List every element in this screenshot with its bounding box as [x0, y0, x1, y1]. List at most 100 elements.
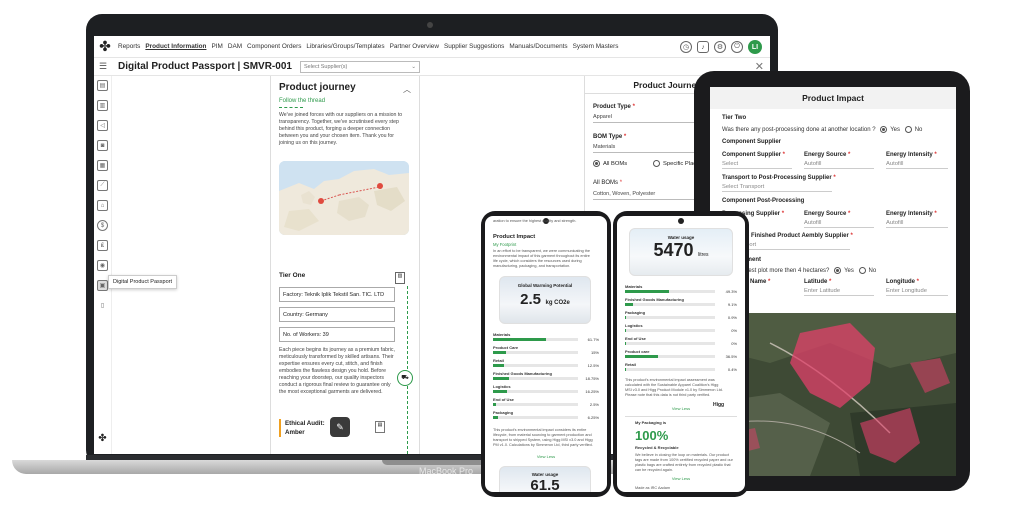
nav-system-masters[interactable]: System Masters	[573, 43, 619, 50]
impact-bar-track	[625, 368, 715, 371]
invoice-icon[interactable]: ₤	[97, 240, 108, 251]
energy-intensity2-field[interactable]: Autofill	[886, 220, 948, 228]
impact-bar-fill	[493, 403, 496, 406]
radio-all-boms[interactable]: All BOMs	[593, 160, 627, 167]
impact-row-pct: 15%	[590, 350, 599, 355]
energy-source2-field[interactable]: Autofill	[804, 220, 874, 228]
p1-view-less[interactable]: View Less	[493, 454, 599, 459]
p2-view-less[interactable]: View Less	[625, 406, 737, 411]
impact-bar-fill	[625, 355, 659, 358]
journey-map[interactable]	[279, 161, 409, 235]
impact-row-label: Logistics	[493, 384, 511, 389]
needle-icon[interactable]: ⟋	[97, 180, 108, 191]
impact-bar-track	[493, 364, 578, 367]
impact-bar-fill	[493, 416, 499, 419]
impact-row-label: End of Use	[493, 397, 514, 402]
p2-breakdown: Materials 49.3% Finished Goods Manufacturi…	[625, 284, 737, 375]
impact-row-label: End of Use	[625, 336, 646, 341]
radio-no-icon[interactable]	[904, 126, 912, 133]
nav-component-orders[interactable]: Component Orders	[247, 43, 301, 50]
nav-product-information[interactable]: Product Information	[145, 43, 206, 50]
component-supplier-select[interactable]: Select	[722, 161, 792, 169]
impact-bar-track	[625, 303, 715, 306]
p2-view-less-2[interactable]: View Less	[625, 476, 737, 481]
latitude-field[interactable]: Enter Latitude	[804, 288, 874, 296]
impact-bar-track	[625, 316, 715, 319]
journey-title: Product journey	[279, 82, 356, 93]
bag-icon[interactable]: ◙	[97, 140, 108, 151]
supplier-select-placeholder: Select Supplier(s)	[303, 63, 348, 70]
bom-type-field[interactable]: Materials	[593, 144, 703, 153]
bom-type-label-text: BOM Type	[593, 134, 623, 140]
chevron-up-icon[interactable]: ︿	[403, 84, 411, 95]
app-logo-icon[interactable]: ✤	[97, 38, 113, 55]
longitude-field[interactable]: Enter Longitude	[886, 288, 948, 296]
radio-no2-icon[interactable]	[858, 267, 866, 274]
gwp-card: Global Warming Potential 2.5 kg CO2e	[499, 276, 591, 324]
es2-label-text: Energy Source	[804, 211, 847, 217]
ei2-label-text: Energy Intensity	[886, 211, 933, 217]
bom-type-label: BOM Type *	[593, 134, 627, 140]
packaging-label: Recycled & Recyclable	[635, 445, 679, 450]
document-icon[interactable]: ▤	[97, 80, 108, 91]
clock-icon[interactable]: ◷	[680, 41, 692, 53]
menu-icon[interactable]: ☰	[96, 61, 110, 72]
file-icon[interactable]: ▤	[375, 421, 385, 433]
transport-post-select[interactable]: Select Transport	[722, 184, 832, 192]
user-avatar[interactable]: LI	[748, 40, 762, 54]
nav-partner-overview[interactable]: Partner Overview	[390, 43, 439, 50]
impact-row-pct: 0.9%	[727, 315, 737, 320]
edit-fab-icon[interactable]: ✎	[330, 417, 350, 437]
tag-icon[interactable]: ◁	[97, 120, 108, 131]
transport-finished-select[interactable]: nsport	[740, 242, 850, 250]
product-type-field[interactable]: Apparel	[593, 114, 703, 123]
all-boms-field[interactable]: Cotton, Woven, Polyester	[593, 191, 703, 200]
nav-libraries[interactable]: Libraries/Groups/Templates	[306, 43, 384, 50]
water-unit: litres	[697, 252, 709, 258]
p2-note: This product's environmental impact asse…	[625, 378, 723, 397]
building-icon[interactable]: ▥	[97, 100, 108, 111]
camera-icon[interactable]: ◉	[97, 260, 108, 271]
impact-row: Materials 49.3%	[625, 284, 737, 297]
impact-bar-fill	[625, 342, 626, 345]
bell-icon[interactable]: ♪	[697, 41, 709, 53]
nav-dam[interactable]: DAM	[228, 43, 242, 50]
workers-field: No. of Workers: 39	[279, 327, 395, 342]
all-boms-label-text: All BOMs	[593, 180, 619, 186]
energy-intensity2-label: Energy Intensity *	[886, 211, 937, 217]
impact-bar-track	[625, 342, 715, 345]
impact-bar-fill	[493, 338, 546, 341]
power-icon[interactable]: ⏻	[731, 41, 743, 53]
passport-icon[interactable]: ▣	[97, 280, 108, 291]
supplier-select[interactable]: Select Supplier(s) ⌄	[299, 60, 420, 73]
grid-icon[interactable]: ▦	[97, 160, 108, 171]
energy-source-field[interactable]: Autofill	[804, 161, 874, 169]
name-label: Name *	[750, 279, 771, 285]
impact-bar-track	[493, 416, 578, 419]
nav-supplier-suggestions[interactable]: Supplier Suggestions	[444, 43, 504, 50]
nav-manuals[interactable]: Manuals/Documents	[509, 43, 567, 50]
factory-field: Factory: Teknik Iplik Tekstil San. TIC. …	[279, 287, 395, 302]
factory-icon[interactable]: ⌂	[97, 200, 108, 211]
impact-row: Packaging 6.25%	[493, 410, 599, 423]
gwp-value: 2.5	[520, 291, 542, 308]
bookmark-icon[interactable]: ▯	[97, 300, 108, 311]
energy-intensity-field[interactable]: Autofill	[886, 161, 948, 169]
gear-icon[interactable]: ⚙	[714, 41, 726, 53]
radio-yes-icon[interactable]	[880, 126, 888, 133]
radio-selected-icon	[593, 160, 600, 167]
lon-label-text: Longitude	[886, 279, 915, 285]
radio-yes2-icon[interactable]	[834, 267, 842, 274]
cs-label-text: Component Supplier	[722, 152, 781, 158]
nav-reports[interactable]: Reports	[118, 43, 140, 50]
impact-row-label: Retail	[625, 362, 636, 367]
impact-bar-track	[493, 403, 578, 406]
journey-subtitle: Follow the thread	[279, 98, 326, 104]
product-type-label-text: Product Type	[593, 104, 631, 110]
p1-title: Product Impact	[493, 234, 536, 240]
impact-row-pct: 61.7%	[587, 337, 599, 342]
dollar-icon[interactable]: $	[97, 220, 108, 231]
impact-row-pct: 12.5%	[587, 363, 599, 368]
nav-pim[interactable]: PIM	[211, 43, 222, 50]
yes-label: Yes	[890, 127, 901, 134]
